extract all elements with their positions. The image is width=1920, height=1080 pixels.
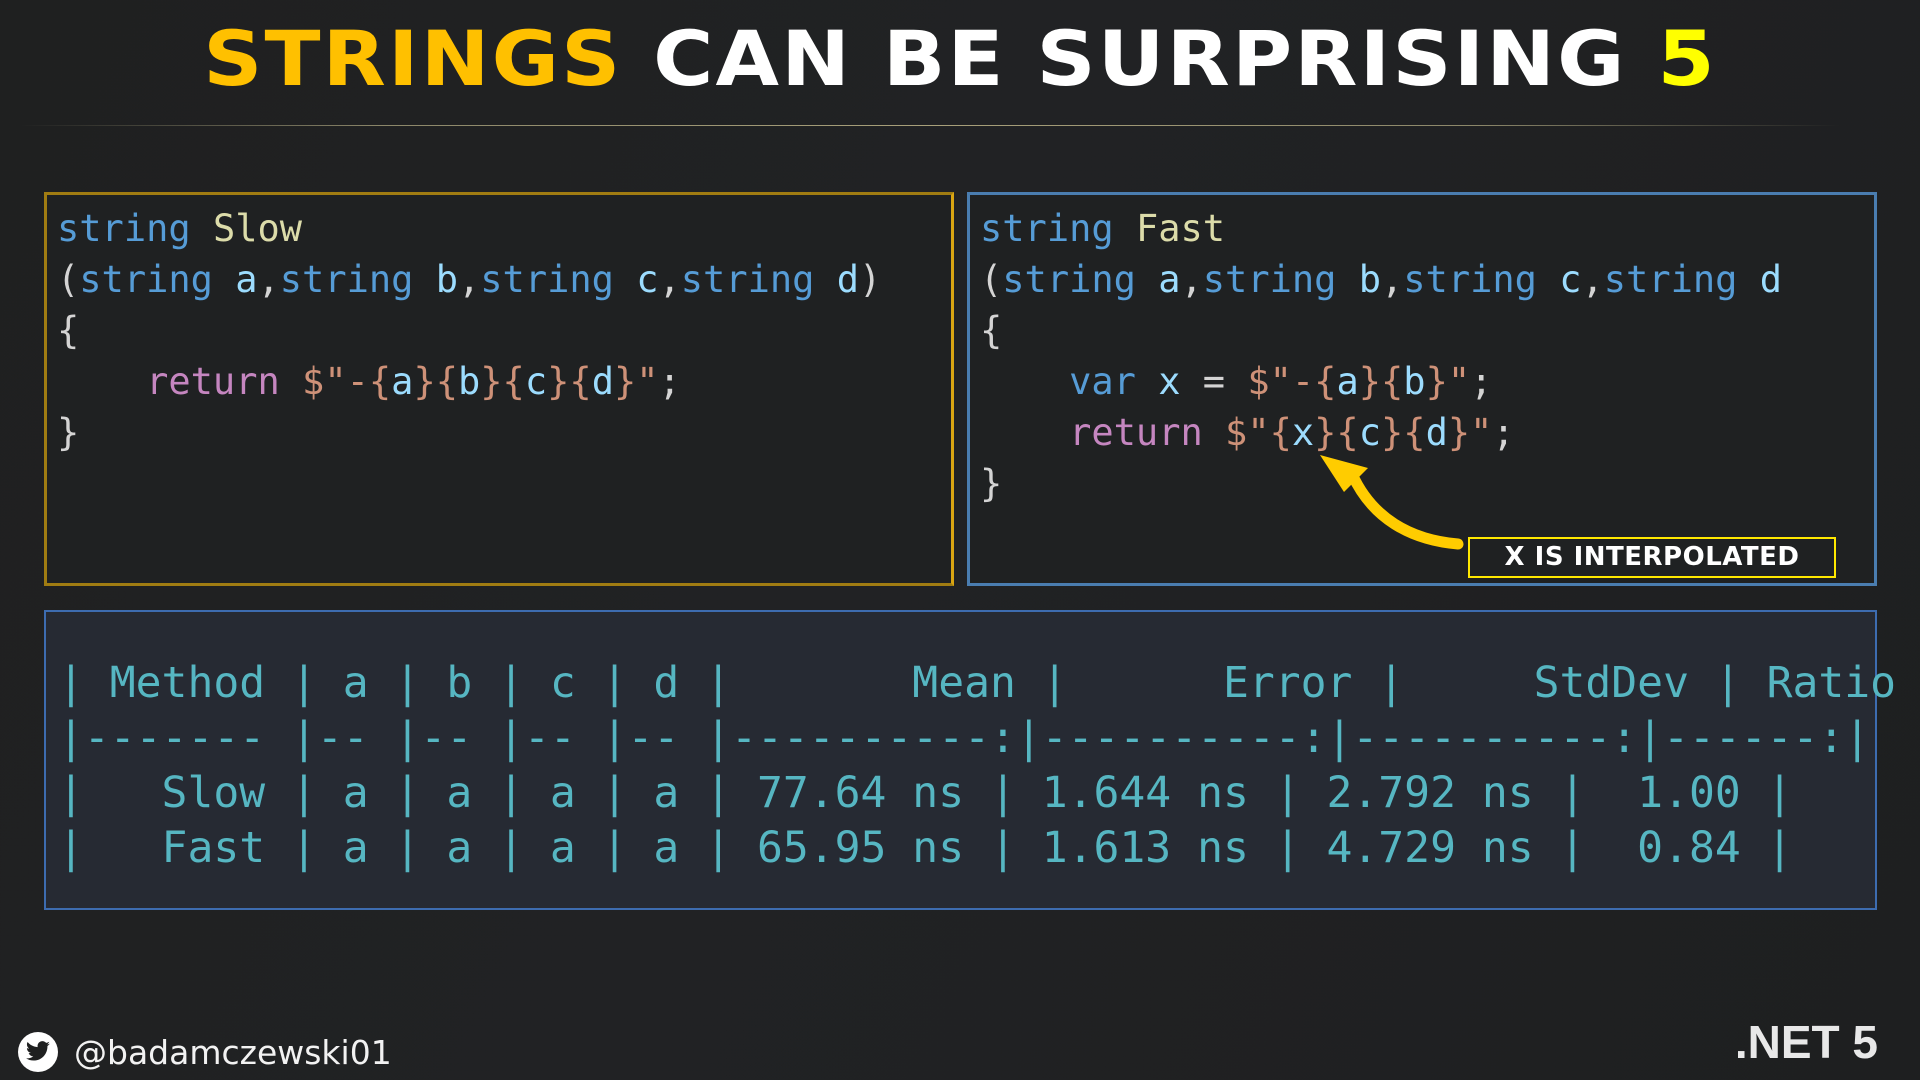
title-number: 5 xyxy=(1657,14,1717,103)
brace: { xyxy=(57,309,80,352)
brace: { xyxy=(980,309,1003,352)
keyword: string xyxy=(1002,258,1136,301)
punct: , xyxy=(1180,258,1203,301)
punct: ; xyxy=(1470,360,1493,403)
keyword: string xyxy=(1403,258,1537,301)
string-literal: }{ xyxy=(1358,360,1404,403)
string-literal: }{ xyxy=(480,360,525,403)
page-title: STRINGS CAN BE SURPRISING 5 xyxy=(0,14,1920,103)
variable: x xyxy=(1158,360,1181,403)
punct: ; xyxy=(658,360,681,403)
string-literal: }{ xyxy=(413,360,458,403)
slow-code-panel: string Slow (string a,string b,string c,… xyxy=(44,192,954,586)
handle-text: @badamczewski01 xyxy=(74,1032,392,1072)
string-literal: $"-{ xyxy=(302,360,392,403)
param: a xyxy=(391,360,414,403)
string-literal: $"-{ xyxy=(1247,360,1337,403)
var-keyword: var xyxy=(1069,360,1136,403)
title-highlight: STRINGS xyxy=(203,14,623,103)
table-header: | Method | a | b | c | d | Mean | Error … xyxy=(58,658,1920,708)
param: c xyxy=(1559,258,1582,301)
keyword: string xyxy=(279,258,414,301)
param: b xyxy=(458,360,481,403)
return-keyword: return xyxy=(1069,411,1203,454)
return-keyword: return xyxy=(146,360,280,403)
method-name: Fast xyxy=(1135,207,1226,250)
keyword: string xyxy=(480,258,614,301)
punct: ( xyxy=(980,258,1003,301)
string-literal: }" xyxy=(1425,360,1471,403)
keyword: string xyxy=(57,207,191,250)
benchmark-table: | Method | a | b | c | d | Mean | Error … xyxy=(44,610,1896,910)
title-divider xyxy=(20,125,1840,126)
operator: = xyxy=(1180,360,1248,403)
param: c xyxy=(636,258,659,301)
author-handle: @badamczewski01 xyxy=(18,1032,392,1072)
param: c xyxy=(524,360,548,403)
table-row: | Fast | a | a | a | a | 65.95 ns | 1.61… xyxy=(58,823,1793,873)
param: a xyxy=(1158,258,1181,301)
title-main: CAN BE SURPRISING xyxy=(622,14,1658,103)
param: d xyxy=(1759,258,1782,301)
table-separator: |------- |-- |-- |-- |-- |----------:|--… xyxy=(58,713,1871,763)
keyword: string xyxy=(1603,258,1738,301)
method-name: Slow xyxy=(212,207,303,250)
benchmark-text: | Method | a | b | c | d | Mean | Error … xyxy=(58,656,1920,876)
punct: , xyxy=(257,258,280,301)
twitter-icon xyxy=(18,1032,58,1072)
param: d xyxy=(836,258,859,301)
punct: , xyxy=(1381,258,1404,301)
keyword: string xyxy=(1202,258,1337,301)
table-row: | Slow | a | a | a | a | 77.64 ns | 1.64… xyxy=(58,768,1793,818)
punct: , xyxy=(1581,258,1604,301)
param: b xyxy=(1403,360,1426,403)
punct: ) xyxy=(859,258,882,301)
string-literal: }" xyxy=(613,360,659,403)
string-literal: }{ xyxy=(547,360,592,403)
dotnet-brand: .NET 5 xyxy=(1734,1016,1878,1068)
punct: ; xyxy=(1492,411,1515,454)
callout-label: X IS INTERPOLATED xyxy=(1468,537,1836,578)
param: d xyxy=(591,360,614,403)
keyword: string xyxy=(79,258,213,301)
param: b xyxy=(435,258,458,301)
punct: , xyxy=(658,258,681,301)
keyword: string xyxy=(680,258,815,301)
brace: } xyxy=(57,411,80,454)
brace: } xyxy=(980,462,1003,505)
param: b xyxy=(1358,258,1381,301)
keyword: string xyxy=(980,207,1114,250)
param: a xyxy=(1336,360,1359,403)
curved-arrow-icon xyxy=(1320,455,1464,550)
punct: , xyxy=(458,258,481,301)
string-literal: $"{ xyxy=(1225,411,1292,454)
punct: ( xyxy=(57,258,80,301)
slow-code: string Slow (string a,string b,string c,… xyxy=(57,203,881,458)
param: a xyxy=(235,258,258,301)
